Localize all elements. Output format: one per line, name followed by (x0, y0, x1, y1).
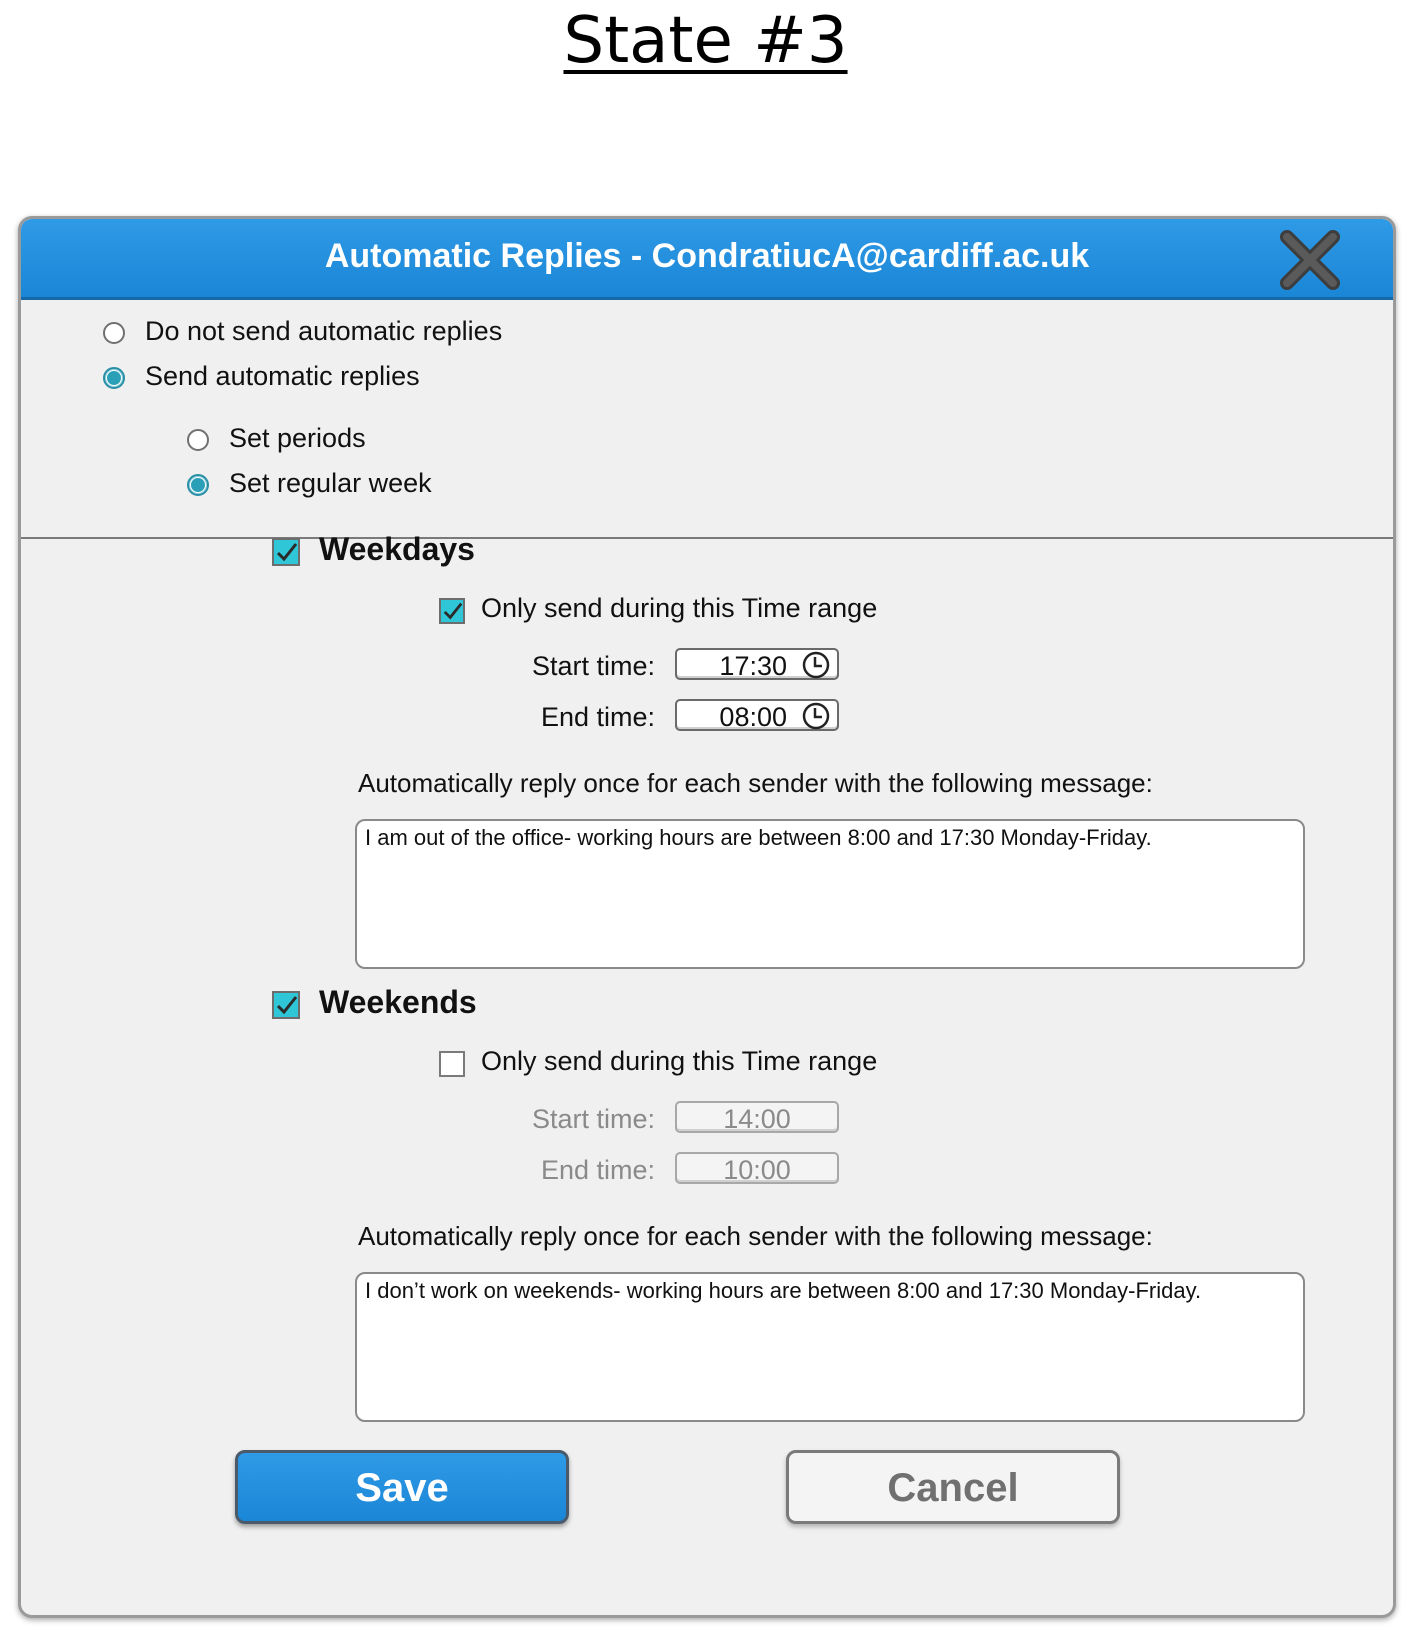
weekdays-time-range-label: Only send during this Time range (481, 593, 878, 623)
weekends-message-textarea[interactable]: I don’t work on weekends- working hours … (355, 1272, 1305, 1422)
weekdays-start-time-field[interactable]: 17:30 (675, 648, 839, 681)
radio-set-regular-week[interactable] (187, 474, 209, 496)
radio-set-periods[interactable] (187, 429, 209, 451)
radio-do-not-send-label: Do not send automatic replies (145, 316, 503, 346)
weekdays-message-label: Automatically reply once for each sender… (358, 768, 1153, 798)
weekends-checkbox[interactable] (272, 991, 300, 1019)
weekends-start-time-label: Start time: (531, 1104, 655, 1134)
radio-set-periods-label: Set periods (229, 423, 366, 453)
weekends-start-time-field: 14:00 (675, 1101, 839, 1134)
weekdays-end-time-value: 08:00 (719, 702, 787, 732)
weekdays-time-range-checkbox[interactable] (439, 598, 465, 624)
close-x-icon[interactable] (1275, 225, 1345, 295)
radio-do-not-send[interactable] (103, 322, 125, 344)
weekdays-end-time-field[interactable]: 08:00 (675, 699, 839, 732)
automatic-replies-dialog: Automatic Replies - CondratiucA@cardiff.… (18, 216, 1396, 1618)
weekends-label: Weekends (319, 984, 477, 1020)
weekdays-checkbox[interactable] (272, 538, 300, 566)
checkmark-icon (276, 543, 298, 562)
checkmark-icon (276, 996, 298, 1015)
checkmark-icon (443, 602, 463, 620)
weekdays-start-time-label: Start time: (531, 651, 655, 681)
radio-send-replies-label: Send automatic replies (145, 361, 420, 391)
weekends-end-time-label: End time: (540, 1155, 655, 1185)
state-title: State #3 (563, 4, 848, 78)
dialog-title: Automatic Replies - CondratiucA@cardiff.… (324, 237, 1090, 275)
weekdays-label: Weekdays (319, 531, 475, 567)
weekends-start-time-value: 14:00 (723, 1104, 791, 1134)
section-divider (21, 537, 1393, 539)
clock-icon (802, 702, 830, 730)
dialog-titlebar: Automatic Replies - CondratiucA@cardiff.… (21, 219, 1393, 300)
save-button[interactable]: Save (235, 1450, 569, 1524)
weekends-end-time-value: 10:00 (723, 1155, 791, 1185)
weekdays-message-textarea[interactable]: I am out of the office- working hours ar… (355, 819, 1305, 969)
clock-icon (802, 651, 830, 679)
weekends-message-label: Automatically reply once for each sender… (358, 1221, 1153, 1251)
weekends-end-time-field: 10:00 (675, 1152, 839, 1185)
weekends-time-range-label: Only send during this Time range (481, 1046, 878, 1076)
radio-send-replies[interactable] (103, 367, 125, 389)
weekdays-end-time-label: End time: (540, 702, 655, 732)
radio-set-regular-week-label: Set regular week (229, 468, 432, 498)
weekends-time-range-checkbox[interactable] (439, 1051, 465, 1077)
cancel-button[interactable]: Cancel (786, 1450, 1120, 1524)
weekdays-start-time-value: 17:30 (719, 651, 787, 681)
